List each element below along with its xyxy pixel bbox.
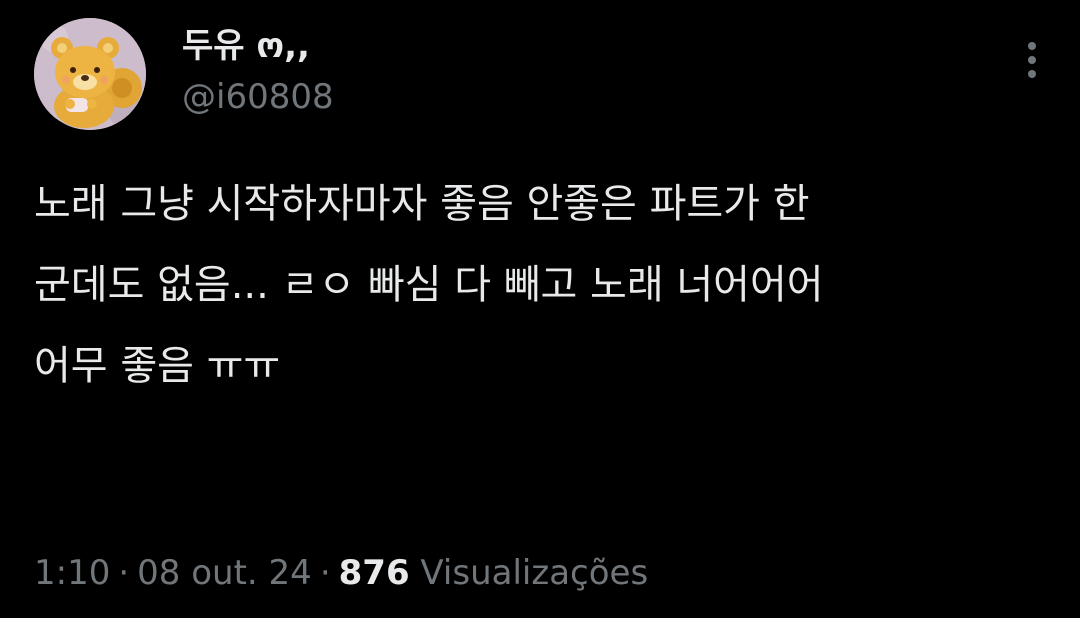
tweet-metadata: 1:10 · 08 out. 24 · 876 Visualizações — [34, 546, 648, 600]
tweet-text-line: 군데도 없음... ㄹㅇ 빠심 다 빼고 노래 너어어어 — [34, 262, 824, 308]
tweet-text-line: 어무 좋음 ㅠㅠ — [34, 343, 281, 389]
teddy-bear-avatar-icon — [34, 18, 146, 130]
meta-separator: · — [319, 553, 331, 593]
more-options-button[interactable] — [1020, 40, 1044, 80]
handle[interactable]: @i60808 — [182, 74, 334, 120]
views-label[interactable]: Visualizações — [420, 553, 648, 593]
tweet-time[interactable]: 1:10 — [34, 553, 110, 593]
tweet-text-line: 노래 그냥 시작하자마자 좋음 안좋은 파트가 한 — [34, 181, 810, 227]
tweet-date[interactable]: 08 out. 24 — [137, 553, 312, 593]
tweet-text: 노래 그냥 시작하자마자 좋음 안좋은 파트가 한 군데도 없음... ㄹㅇ 빠… — [34, 164, 1034, 407]
avatar[interactable] — [34, 18, 146, 130]
tweet: 두유 ო,, @i60808 노래 그냥 시작하자마자 좋음 안좋은 파트가 한… — [0, 0, 1080, 618]
tweet-header: 두유 ო,, @i60808 — [34, 18, 1044, 130]
author-names: 두유 ო,, @i60808 — [182, 24, 334, 120]
meta-separator: · — [118, 553, 130, 593]
display-name[interactable]: 두유 ო,, — [182, 24, 334, 68]
views-count[interactable]: 876 — [339, 553, 410, 593]
